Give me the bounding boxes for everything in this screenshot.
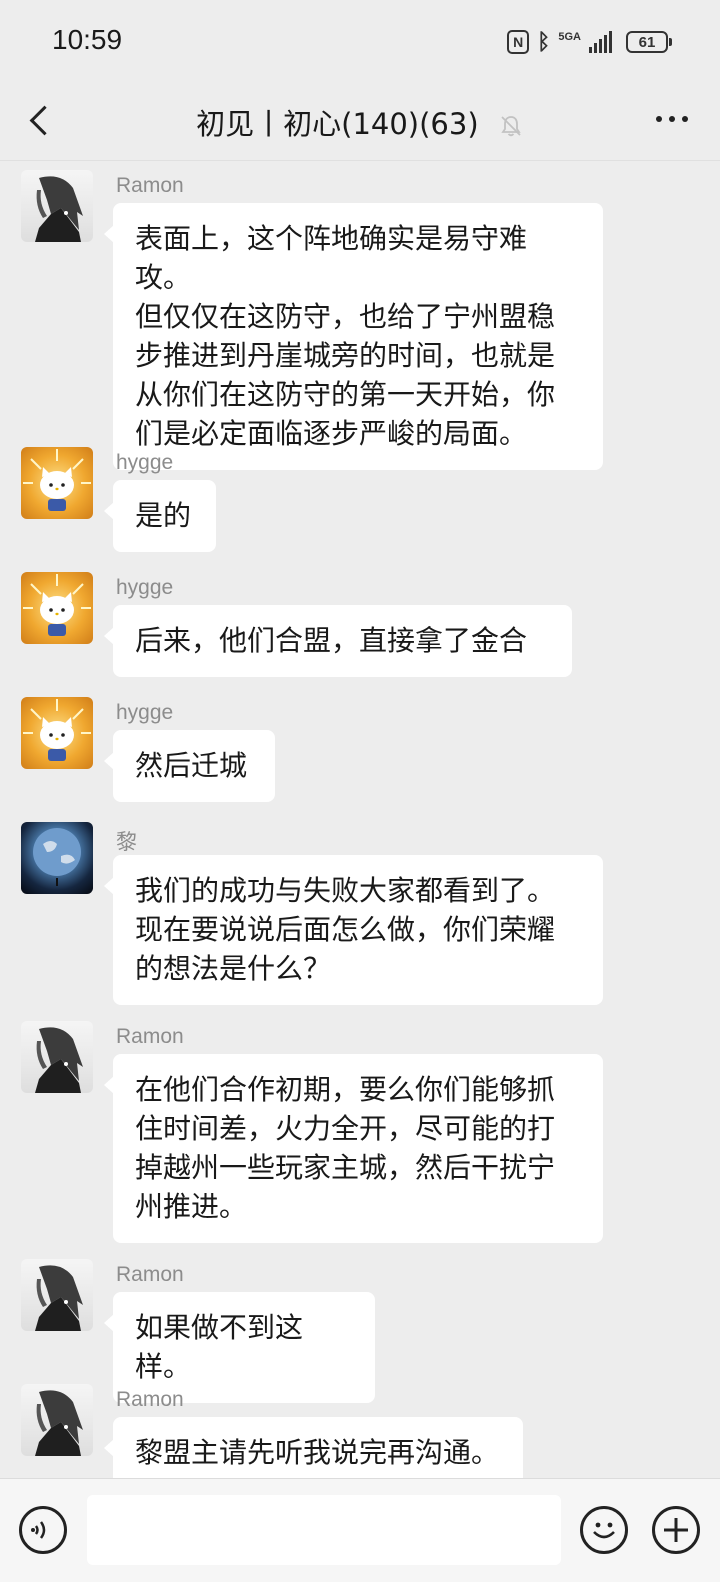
message-line: 后来，他们合盟，直接拿了金合 — [135, 624, 528, 657]
ramon-avatar[interactable] — [21, 1259, 93, 1331]
battery-level: 61 — [638, 33, 656, 51]
hygge-avatar[interactable] — [21, 447, 93, 519]
message-line: 是的 — [135, 499, 192, 532]
battery-icon: 61 — [626, 31, 672, 53]
message-bubble[interactable]: 我们的成功与失败大家都看到了。 现在要说说后面怎么做，你们荣耀 的想法是什么？ — [104, 855, 603, 1005]
message-line: 表面上，这个阵地确实是易守难攻。 — [135, 222, 528, 294]
more-options-icon[interactable] — [656, 116, 688, 122]
hygge-avatar[interactable] — [21, 572, 93, 644]
chat-header: 初见丨初心(140)(63) — [0, 82, 720, 161]
message-line: 住时间差，火力全开，尽可能的打 — [135, 1112, 556, 1145]
sender-name: Ramon — [116, 1263, 184, 1286]
chat-message-list[interactable]: Ramon 表面上，这个阵地确实是易守难攻。 但仅仅在这防守，也给了宁州盟稳 步… — [0, 160, 720, 1478]
message-line: 在他们合作初期，要么你们能够抓 — [135, 1073, 556, 1106]
message-bubble[interactable]: 表面上，这个阵地确实是易守难攻。 但仅仅在这防守，也给了宁州盟稳 步推进到丹崖城… — [104, 203, 603, 470]
message-line: 的想法是什么？ — [135, 952, 332, 985]
ramon-avatar[interactable] — [21, 1384, 93, 1456]
sender-name: Ramon — [116, 174, 184, 197]
message-line: 然后迁城 — [135, 749, 248, 782]
message-bubble[interactable]: 后来，他们合盟，直接拿了金合 — [104, 605, 572, 677]
status-bar: 10:59 N ᛒ 5GA 61 — [0, 0, 720, 82]
network-label: 5GA — [558, 30, 581, 43]
emoji-button[interactable] — [580, 1506, 628, 1554]
message-input[interactable] — [87, 1495, 561, 1565]
message-line: 黎盟主请先听我说完再沟通。 — [135, 1436, 500, 1469]
message-line: 掉越州一些玩家主城，然后干扰宁 — [135, 1151, 556, 1184]
status-time: 10:59 — [52, 24, 123, 55]
sender-name: hygge — [116, 451, 174, 474]
more-functions-plus-icon[interactable] — [652, 1506, 700, 1554]
chat-input-bar — [0, 1478, 720, 1582]
message-line: 如果做不到这样。 — [135, 1311, 304, 1383]
message-bubble[interactable]: 然后迁城 — [104, 730, 275, 802]
ramon-avatar[interactable] — [21, 170, 93, 242]
sender-name: hygge — [116, 576, 174, 599]
signal-icon — [589, 31, 612, 53]
earth-avatar[interactable] — [21, 822, 93, 894]
chat-title-wrap: 初见丨初心(140)(63) — [0, 101, 720, 143]
bluetooth-icon: ᛒ — [537, 29, 551, 55]
emoji-icon — [593, 1522, 615, 1539]
sender-name: hygge — [116, 701, 174, 724]
message-line: 州推进。 — [135, 1190, 248, 1223]
voice-icon — [31, 1521, 46, 1539]
sender-name: Ramon — [116, 1025, 184, 1048]
voice-input-button[interactable] — [19, 1506, 67, 1554]
message-line: 从你们在这防守的第一天开始，你 — [135, 378, 556, 411]
nfc-icon: N — [507, 30, 530, 54]
message-line: 步推进到丹崖城旁的时间，也就是 — [135, 339, 556, 372]
ramon-avatar[interactable] — [21, 1021, 93, 1093]
hygge-avatar[interactable] — [21, 697, 93, 769]
message-bubble[interactable]: 是的 — [104, 480, 216, 552]
message-bubble[interactable]: 在他们合作初期，要么你们能够抓 住时间差，火力全开，尽可能的打 掉越州一些玩家主… — [104, 1054, 603, 1243]
message-line: 们是必定面临逐步严峻的局面。 — [135, 417, 528, 450]
sender-name: Ramon — [116, 1388, 184, 1411]
status-icons: N ᛒ 5GA 61 — [507, 26, 672, 58]
message-line: 我们的成功与失败大家都看到了。 — [135, 874, 556, 907]
message-bubble[interactable]: 黎盟主请先听我说完再沟通。 — [104, 1417, 523, 1478]
message-bubble[interactable]: 如果做不到这样。 — [104, 1292, 375, 1403]
mute-bell-icon — [501, 116, 521, 137]
sender-name: 黎 — [116, 831, 137, 854]
chat-title: 初见丨初心(140)(63) — [196, 107, 479, 141]
message-line: 现在要说说后面怎么做，你们荣耀 — [135, 913, 556, 946]
message-line: 但仅仅在这防守，也给了宁州盟稳 — [135, 300, 556, 333]
